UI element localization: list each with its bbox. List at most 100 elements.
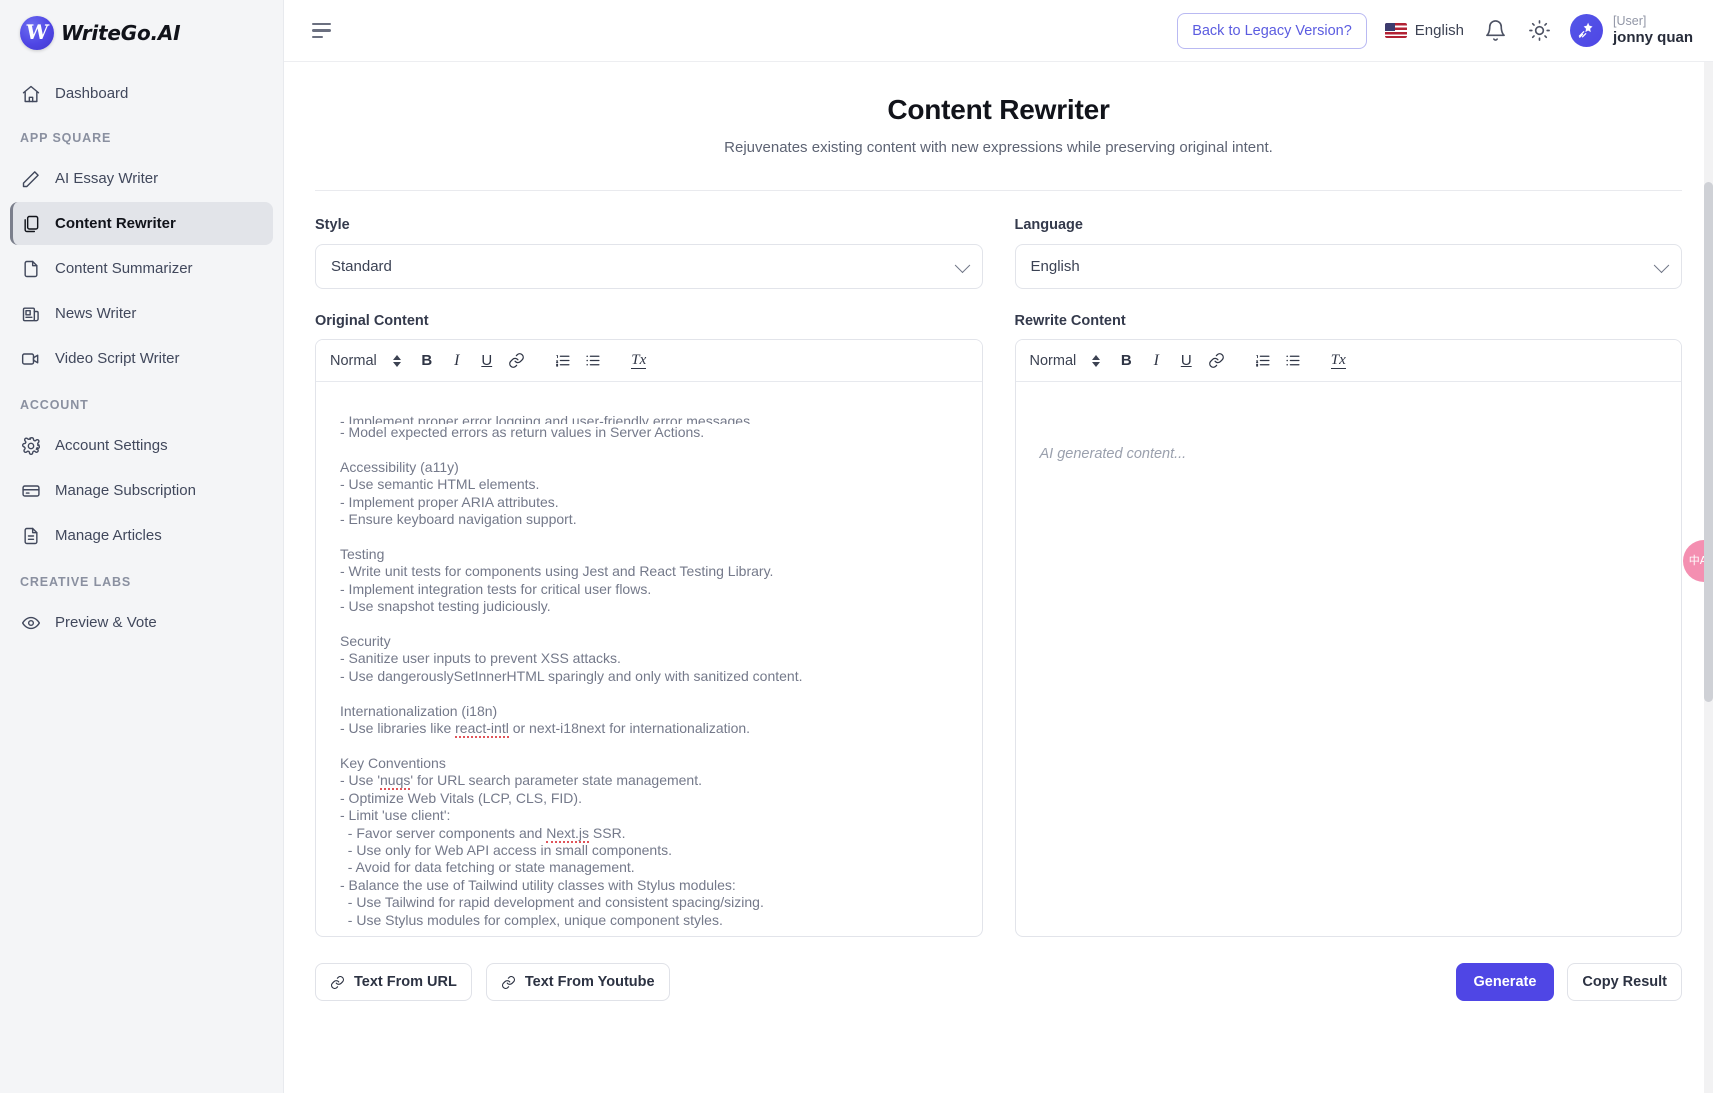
user-menu[interactable]: [User] jonny quan: [1570, 14, 1693, 47]
pencil-icon: [20, 168, 41, 189]
app-root: W WriteGo.AI Dashboard APP SQUARE AI Essay…: [0, 0, 1713, 1093]
clear-format-button-rewrite[interactable]: Tx: [1324, 347, 1352, 375]
sidebar-item-video-script-writer[interactable]: Video Script Writer: [10, 337, 273, 380]
link-icon: [501, 975, 515, 989]
content-line: - Use dangerouslySetInnerHTML sparingly …: [340, 667, 803, 684]
video-icon: [20, 348, 41, 369]
format-select-rewrite[interactable]: Normal: [1030, 353, 1111, 369]
sidebar-item-label: Account Settings: [55, 437, 168, 454]
sidebar-item-manage-articles[interactable]: Manage Articles: [10, 514, 273, 557]
text-from-youtube-label: Text From Youtube: [524, 974, 655, 990]
rewrite-editor[interactable]: Normal B I U Tx AI generated content...: [1014, 339, 1682, 937]
sidebar-item-manage-subscription[interactable]: Manage Subscription: [10, 469, 273, 512]
content-area: Style Standard Language English Original…: [284, 191, 1713, 937]
brand-logo[interactable]: W WriteGo.AI: [0, 0, 283, 64]
format-select[interactable]: Normal: [330, 353, 411, 369]
underline-button[interactable]: U: [473, 347, 501, 375]
content-line: - Balance the use of Tailwind utility cl…: [340, 876, 736, 893]
sidebar-item-label: AI Essay Writer: [55, 170, 159, 187]
underline-button-rewrite[interactable]: U: [1172, 347, 1200, 375]
sidebar-item-content-summarizer[interactable]: Content Summarizer: [10, 247, 273, 290]
misspelled-word: Next.js: [546, 824, 589, 843]
original-editor[interactable]: Normal B I U Tx - Implement proper error…: [315, 339, 983, 937]
content-line: - Sanitize user inputs to prevent XSS at…: [340, 650, 621, 667]
text-from-url-label: Text From URL: [354, 974, 457, 990]
file-icon: [20, 258, 41, 279]
sidebar-item-content-rewriter[interactable]: Content Rewriter: [10, 202, 273, 245]
scrollbar-thumb[interactable]: [1704, 182, 1713, 702]
sidebar-item-account-settings[interactable]: Account Settings: [10, 424, 273, 467]
editors-row: Original Content Normal B I U Tx - Imple…: [315, 313, 1682, 937]
link-icon[interactable]: [1202, 347, 1230, 375]
original-content-text[interactable]: - Implement proper error logging and use…: [316, 382, 982, 936]
shooting-star-icon: [1578, 22, 1593, 38]
content-line: - Use Stylus modules for complex, unique…: [340, 911, 723, 928]
language-select[interactable]: English: [1014, 244, 1682, 289]
content-line: - Avoid for data fetching or state manag…: [340, 859, 635, 876]
link-icon[interactable]: [503, 347, 531, 375]
format-value-rewrite: Normal: [1029, 352, 1077, 369]
language-switcher[interactable]: English: [1384, 22, 1464, 39]
copy-icon: [20, 213, 41, 234]
sidebar: W WriteGo.AI Dashboard APP SQUARE AI Essay…: [0, 0, 284, 1093]
brand-mark-icon: W: [20, 16, 54, 50]
sidebar-section-account: ACCOUNT: [20, 398, 89, 412]
sidebar-item-label: Manage Subscription: [55, 482, 196, 499]
footer-right-actions: Generate Copy Result: [1455, 963, 1682, 1001]
sidebar-section-app-square: APP SQUARE: [20, 131, 112, 145]
content-line: [340, 528, 958, 545]
bold-button-rewrite[interactable]: B: [1112, 347, 1140, 375]
underline-label: U: [481, 352, 493, 369]
footer-actions: Text From URL Text From Youtube Generate…: [315, 963, 1682, 1001]
bold-button[interactable]: B: [413, 347, 441, 375]
content-line: - Favor server components and Next.js SS…: [340, 824, 626, 843]
content-line: - Use only for Web API access in small c…: [340, 841, 672, 858]
bullet-list-icon[interactable]: [1278, 347, 1306, 375]
back-to-legacy-button[interactable]: Back to Legacy Version?: [1177, 12, 1367, 49]
sidebar-item-label: Preview & Vote: [55, 614, 157, 631]
sidebar-item-dashboard[interactable]: Dashboard: [10, 72, 273, 115]
page-scrollbar[interactable]: [1704, 62, 1713, 1093]
user-name: jonny quan: [1613, 29, 1693, 47]
clear-format-button[interactable]: Tx: [625, 347, 653, 375]
bell-icon[interactable]: [1482, 18, 1508, 44]
rewrite-content-text[interactable]: AI generated content...: [1016, 382, 1682, 936]
content-line: - Optimize Web Vitals (LCP, CLS, FID).: [340, 789, 582, 806]
hamburger-icon[interactable]: [312, 18, 338, 44]
content-line: - Use semantic HTML elements.: [340, 476, 540, 493]
bullet-list-icon[interactable]: [579, 347, 607, 375]
italic-button-rewrite[interactable]: I: [1142, 347, 1170, 375]
us-flag-icon: [1384, 23, 1407, 38]
italic-button[interactable]: I: [443, 347, 471, 375]
sun-icon[interactable]: [1526, 18, 1552, 44]
text-from-url-button[interactable]: Text From URL: [315, 963, 472, 1001]
selectors-row: Style Standard Language English: [315, 217, 1682, 289]
content-line: Internationalization (i18n): [340, 702, 498, 719]
content-line: - Ensure keyboard navigation support.: [340, 510, 577, 527]
content-line: [340, 737, 958, 754]
sidebar-item-news-writer[interactable]: News Writer: [10, 292, 273, 335]
copy-result-button[interactable]: Copy Result: [1567, 963, 1682, 1001]
style-select[interactable]: Standard: [315, 244, 983, 289]
original-content-panel: Original Content Normal B I U Tx - Imple…: [315, 313, 983, 937]
rewrite-content-label: Rewrite Content: [1014, 313, 1126, 329]
sidebar-item-ai-essay-writer[interactable]: AI Essay Writer: [10, 157, 273, 200]
newspaper-icon: [20, 303, 41, 324]
ordered-list-icon[interactable]: [1248, 347, 1276, 375]
content-line: - Use snapshot testing judiciously.: [340, 598, 551, 615]
content-line: - Use libraries like react-intl or next-…: [340, 720, 751, 739]
ordered-list-icon[interactable]: [549, 347, 577, 375]
content-line: Key Conventions: [340, 754, 446, 771]
original-editor-toolbar: Normal B I U Tx: [316, 340, 982, 382]
generate-button[interactable]: Generate: [1455, 963, 1555, 1001]
sidebar-item-label: Manage Articles: [55, 527, 162, 544]
sidebar-item-label: Content Summarizer: [55, 260, 193, 277]
language-value: English: [1030, 258, 1080, 275]
updown-icon: [392, 354, 401, 367]
italic-label: I: [454, 351, 460, 369]
text-from-youtube-button[interactable]: Text From Youtube: [485, 963, 670, 1001]
sidebar-item-preview-vote[interactable]: Preview & Vote: [10, 601, 273, 644]
topbar: Back to Legacy Version? English [User] j…: [284, 0, 1713, 62]
brand-name: WriteGo.AI: [61, 21, 181, 45]
clear-format-label: Tx: [631, 351, 647, 370]
